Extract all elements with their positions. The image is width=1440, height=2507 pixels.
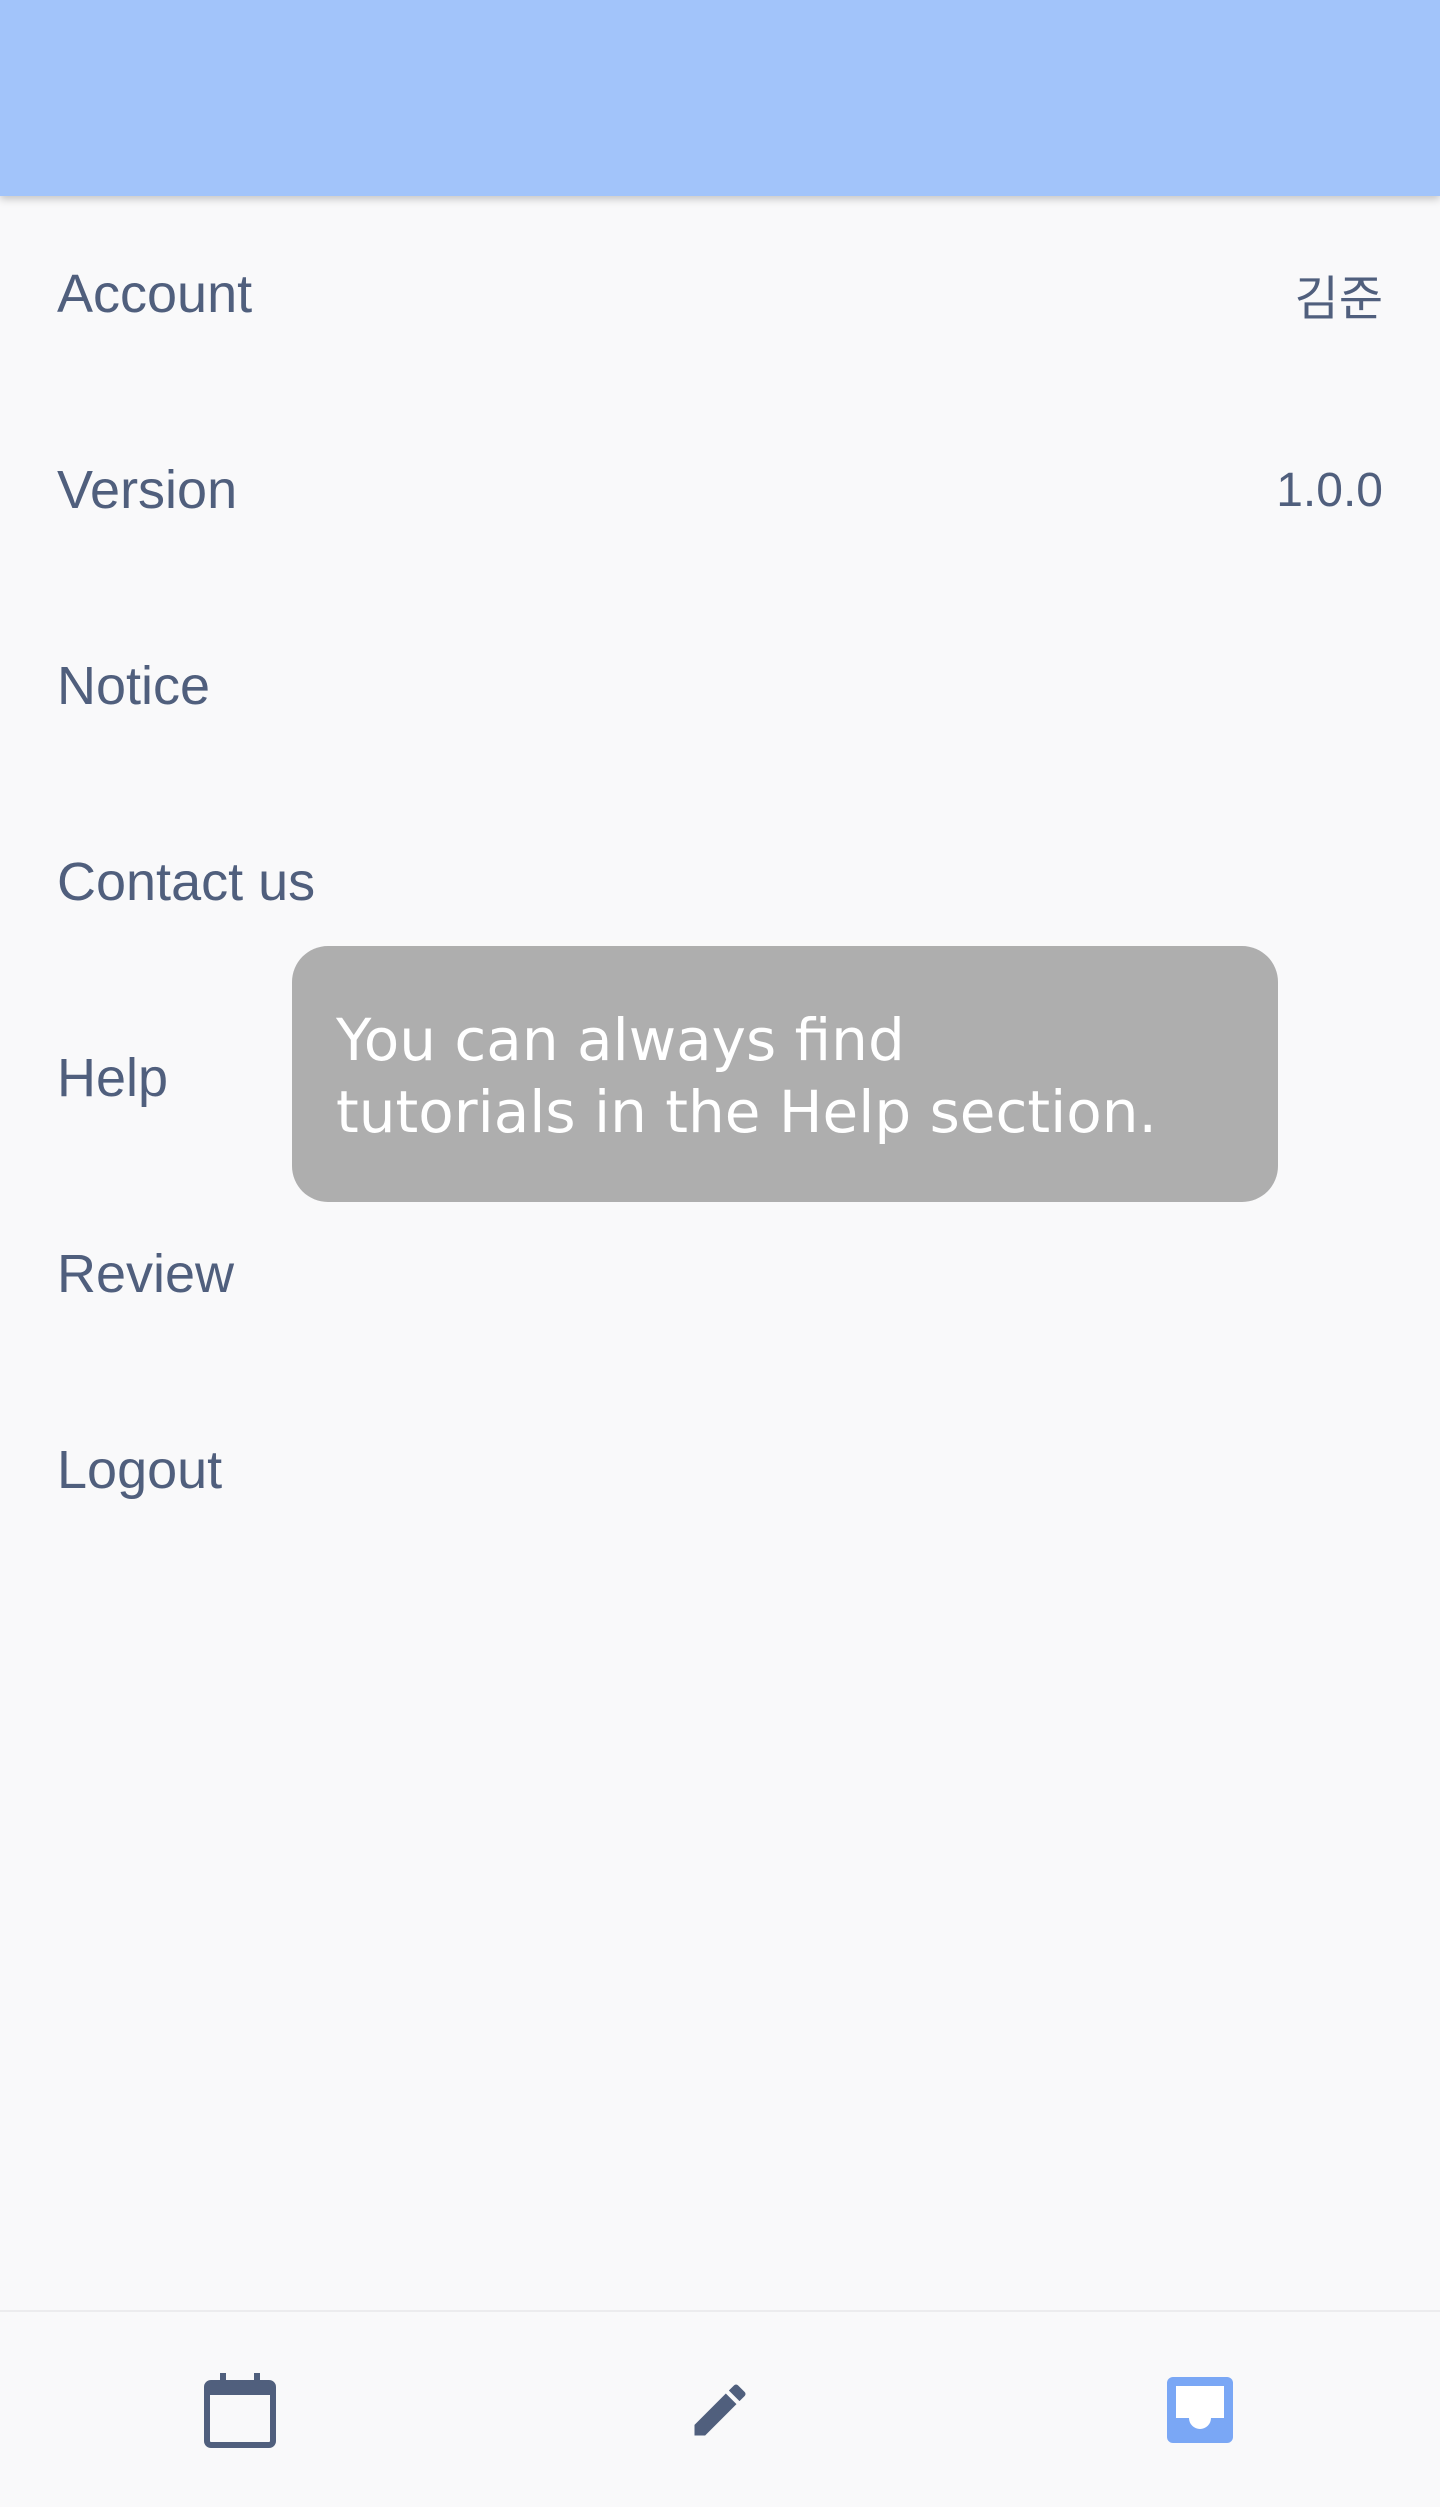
- settings-item-version[interactable]: Version 1.0.0: [0, 392, 1440, 588]
- account-name-value: 김준: [1294, 273, 1383, 326]
- settings-item-label: Contact us: [57, 852, 316, 912]
- settings-item-label: Help: [57, 1048, 169, 1108]
- help-tooltip[interactable]: You can always find tutorials in the Hel…: [292, 946, 1278, 1202]
- pencil-icon: [686, 2376, 754, 2444]
- app-bar: [0, 0, 1440, 196]
- tooltip-text: You can always find tutorials in the Hel…: [336, 1006, 1157, 1146]
- settings-item-account[interactable]: Account 김준: [0, 196, 1440, 392]
- settings-item-review[interactable]: Review: [0, 1176, 1440, 1372]
- version-value: 1.0.0: [1276, 463, 1383, 517]
- calendar-icon: [203, 2371, 277, 2449]
- nav-item-calendar[interactable]: [0, 2312, 480, 2507]
- bottom-navigation: [0, 2310, 1440, 2507]
- nav-item-inbox[interactable]: [960, 2312, 1440, 2507]
- settings-item-label: Logout: [57, 1440, 223, 1500]
- settings-item-notice[interactable]: Notice: [0, 588, 1440, 784]
- settings-item-logout[interactable]: Logout: [0, 1372, 1440, 1568]
- settings-list: Account 김준 Version 1.0.0 Notice Contact …: [0, 196, 1440, 1568]
- settings-item-label: Review: [57, 1244, 235, 1304]
- settings-item-label: Notice: [57, 656, 211, 716]
- settings-item-label: Account: [57, 264, 253, 324]
- settings-item-label: Version: [57, 460, 238, 520]
- nav-item-write[interactable]: [480, 2312, 960, 2507]
- inbox-icon: [1167, 2376, 1233, 2443]
